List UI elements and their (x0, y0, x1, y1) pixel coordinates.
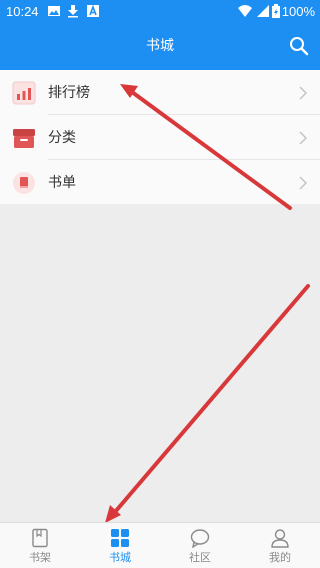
chevron-right-icon (299, 131, 308, 145)
community-icon (190, 529, 210, 548)
menu-item-ranking[interactable]: 排行榜 (0, 70, 320, 115)
chevron-right-icon (299, 176, 308, 190)
annotation-arrowhead (105, 505, 121, 523)
menu-item-category[interactable]: 分类 (0, 115, 320, 160)
tab-label: 书城 (109, 551, 131, 564)
download-icon (68, 5, 78, 18)
category-icon (13, 129, 35, 148)
status-time: 10:24 (6, 4, 39, 19)
tab-label: 我的 (269, 551, 291, 564)
chevron-right-icon (299, 86, 308, 100)
a-icon (87, 4, 99, 17)
tab-bookshelf[interactable]: 书架 (0, 523, 80, 568)
tab-label: 书架 (29, 551, 51, 564)
status-bar: 10:24 100% (0, 0, 320, 24)
menu-item-label: 排行榜 (48, 85, 90, 101)
image-icon (48, 6, 60, 16)
annotation-arrow (113, 284, 310, 514)
app-header: 书城 (0, 24, 320, 70)
menu-item-label: 书单 (48, 175, 76, 191)
signal-icon (257, 5, 269, 17)
ranking-icon (12, 81, 36, 105)
tab-bookstore[interactable]: 书城 (80, 523, 160, 568)
battery-percent: 100% (281, 4, 315, 19)
bookstore-icon (111, 529, 129, 547)
bookshelf-icon (32, 528, 48, 548)
booklist-icon (13, 172, 35, 194)
tab-profile[interactable]: 我的 (240, 523, 320, 568)
menu-item-booklist[interactable]: 书单 (0, 160, 320, 205)
bookstore-menu: 排行榜 分类 书单 (0, 70, 320, 204)
tab-label: 社区 (189, 551, 211, 564)
page-title: 书城 (146, 38, 174, 54)
bottom-tab-bar: 书架 书城 社区 我的 (0, 522, 320, 568)
wifi-icon (238, 5, 252, 17)
menu-item-label: 分类 (48, 130, 76, 146)
profile-icon (271, 529, 289, 548)
tab-community[interactable]: 社区 (160, 523, 240, 568)
battery-icon (272, 4, 280, 18)
search-icon[interactable] (288, 35, 310, 57)
